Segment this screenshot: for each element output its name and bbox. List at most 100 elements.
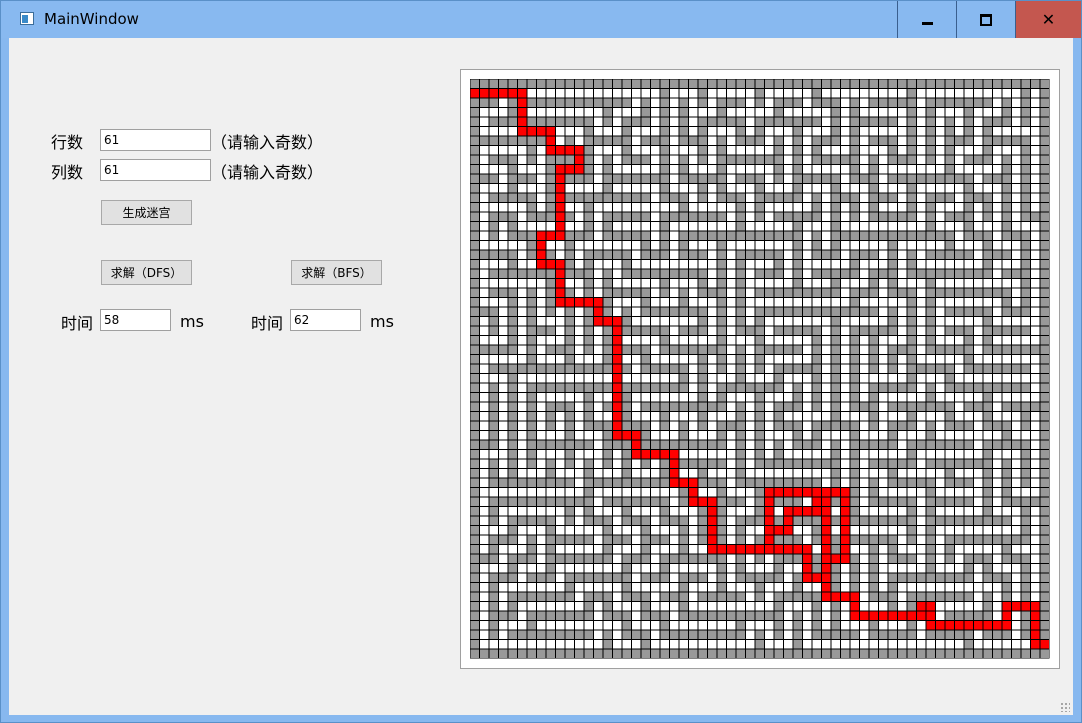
maze-cell [565,108,574,117]
maze-cell [727,241,736,250]
maze-cell [489,383,498,392]
maze-cell [622,383,631,392]
maze-cell [527,421,536,430]
maze-cell [974,497,983,506]
maze-cell [537,364,546,373]
maze-cell [850,516,859,525]
maze-cell [679,402,688,411]
maze-cell [641,307,650,316]
maze-cell [698,364,707,373]
maze-cell [793,307,802,316]
maze-cell [765,431,774,440]
maze-cell [641,393,650,402]
maze-cell [679,602,688,611]
maze-cell [831,127,840,136]
bfs-time-field[interactable] [290,309,361,331]
maze-cell [955,127,964,136]
maze-cell [860,345,869,354]
maze-cell [660,269,669,278]
maze-cell [546,402,555,411]
maze-cell [1031,554,1040,563]
maze-cell [917,478,926,487]
maze-cell [936,412,945,421]
maze-cell [575,155,584,164]
maze-cell [888,507,897,516]
solve-bfs-button[interactable]: 求解（BFS） [291,260,382,285]
maze-cell [660,374,669,383]
maze-cell [508,231,517,240]
maze-cell [898,640,907,649]
maze-cell [1021,497,1030,506]
maze-cell [689,374,698,383]
maze-cell [784,374,793,383]
maze-cell [936,298,945,307]
maze-cell [641,554,650,563]
maze-cell [1021,212,1030,221]
maze-cell [974,260,983,269]
generate-maze-button[interactable]: 生成迷宫 [101,200,192,225]
maze-cell [603,231,612,240]
maze-cell [518,98,527,107]
maze-cell [974,108,983,117]
maze-cell [755,649,764,658]
maze-cell [831,364,840,373]
maze-cell [632,364,641,373]
maze-cell [603,573,612,582]
maze-cell [480,317,489,326]
maze-cell [964,222,973,231]
maze-cell [784,507,793,516]
rows-input[interactable] [100,129,211,151]
maze-cell [955,497,964,506]
maze-cell [784,592,793,601]
maze-cell [632,374,641,383]
maze-cell [793,554,802,563]
maze-cell [613,136,622,145]
maze-cell [480,212,489,221]
close-button[interactable]: ✕ [1015,1,1081,38]
maze-cell [641,155,650,164]
maze-cell [717,640,726,649]
maximize-button[interactable] [956,1,1015,38]
maze-cell [879,516,888,525]
maze-cell [499,402,508,411]
maze-cell [926,98,935,107]
title-bar[interactable]: MainWindow ✕ [1,1,1081,38]
maze-cell [679,345,688,354]
minimize-button[interactable] [897,1,956,38]
maze-cell [651,345,660,354]
maze-cell [584,345,593,354]
maze-cell [1040,450,1049,459]
maze-cell [670,79,679,88]
maze-cell [784,155,793,164]
maze-cell [860,212,869,221]
maze-cell [622,222,631,231]
maze-cell [594,640,603,649]
resize-grip[interactable] [1060,702,1070,712]
maze-cell [641,117,650,126]
maze-cell [622,630,631,639]
maze-cell [575,89,584,98]
dfs-time-field[interactable] [100,309,171,331]
solve-dfs-button[interactable]: 求解（DFS） [101,260,192,285]
maze-cell [774,355,783,364]
maze-cell [613,516,622,525]
maze-cell [803,602,812,611]
maze-cell [651,526,660,535]
maze-cell [518,79,527,88]
maze-cell [508,364,517,373]
maze-cell [689,383,698,392]
maze-cell [670,307,679,316]
maze-cell [556,336,565,345]
cols-input[interactable] [100,159,211,181]
maze-cell [584,355,593,364]
maze-cell [841,374,850,383]
maze-cell [613,611,622,620]
maze-cell [746,630,755,639]
maze-cell [641,630,650,639]
maze-grid [470,79,1050,659]
maze-cell [1031,79,1040,88]
maze-cell [888,611,897,620]
maze-cell [670,611,679,620]
maze-cell [518,526,527,535]
maze-cell [708,298,717,307]
